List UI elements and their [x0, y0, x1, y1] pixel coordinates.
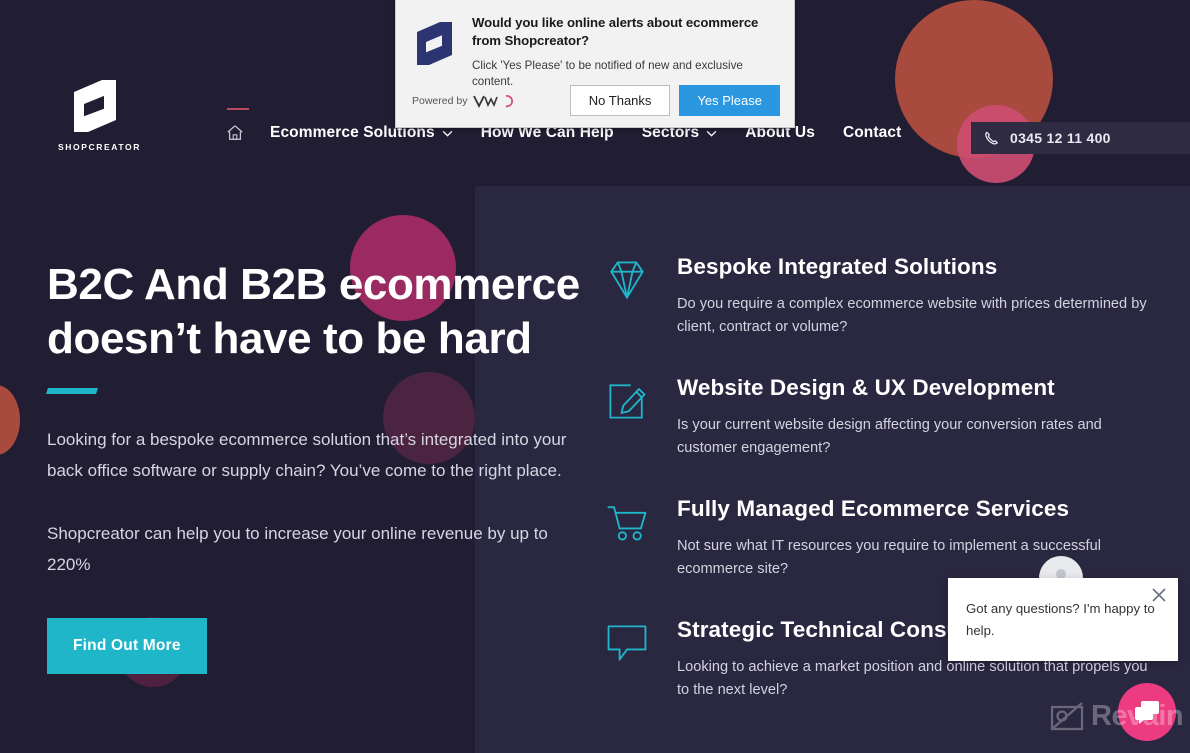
feature-title: Fully Managed Ecommerce Services — [677, 496, 1070, 521]
yes-please-button[interactable]: Yes Please — [679, 85, 780, 116]
phone-number-text: 0345 12 11 400 — [1010, 130, 1111, 146]
speech-bubble-icon — [607, 625, 647, 661]
no-thanks-button[interactable]: No Thanks — [569, 85, 671, 116]
hero-paragraph-2: Shopcreator can help you to increase you… — [47, 524, 548, 574]
phone-number-link[interactable]: 0345 12 11 400 — [971, 122, 1190, 154]
shopcreator-s-logo-icon — [74, 80, 116, 132]
shopcreator-s-logo-icon — [417, 22, 452, 65]
feature-title: Bespoke Integrated Solutions — [677, 254, 998, 279]
vwo-logo-icon — [473, 94, 514, 108]
page-root: SHOPCREATOR Ecommerce Solutions How We C… — [0, 0, 1190, 753]
notification-footer: Powered by No Thanks Yes Please — [412, 85, 780, 116]
nav-active-indicator — [227, 108, 249, 110]
chat-launcher-button[interactable] — [1118, 683, 1176, 741]
chat-message-text: Got any questions? I'm happy to help. — [966, 601, 1155, 638]
site-logo-text: SHOPCREATOR — [58, 142, 141, 152]
feature-description: Not sure what IT resources you require t… — [677, 538, 1101, 577]
hero-title-line-2: doesn’t have to be hard — [47, 314, 532, 363]
powered-by-label: Powered by — [412, 94, 468, 107]
hero-paragraph-1: Looking for a bespoke ecommerce solution… — [47, 430, 567, 480]
decorative-circle-red-left — [0, 385, 20, 455]
phone-icon — [985, 131, 998, 144]
feature-description: Looking to achieve a market position and… — [677, 659, 1148, 698]
feature-description: Do you require a complex ecommerce websi… — [677, 296, 1147, 335]
chat-bubbles-icon — [1135, 701, 1159, 724]
vwo-notification-dialog: Would you like online alerts about ecomm… — [395, 0, 795, 128]
feature-description: Is your current website design affecting… — [677, 417, 1102, 456]
diamond-icon — [610, 261, 644, 300]
notification-title: Would you like online alerts about ecomm… — [472, 15, 759, 48]
feature-title: Website Design & UX Development — [677, 375, 1055, 400]
chevron-down-icon — [706, 130, 717, 137]
notification-buttons: No Thanks Yes Please — [569, 85, 780, 116]
nav-item-contact[interactable]: Contact — [843, 124, 901, 142]
hero-accent-bar — [46, 388, 98, 394]
powered-by-vwo: Powered by — [412, 94, 514, 108]
nav-item-label: Contact — [842, 124, 902, 141]
shopping-cart-icon — [607, 506, 647, 541]
notification-content: Would you like online alerts about ecomm… — [412, 14, 778, 90]
home-icon — [227, 125, 243, 140]
pencil-edit-icon — [609, 384, 646, 419]
chevron-down-icon — [442, 130, 453, 137]
feature-item-bespoke-integrated-solutions: Bespoke Integrated Solutions Do you requ… — [601, 252, 1161, 339]
chat-message-bubble[interactable]: Got any questions? I'm happy to help. — [948, 578, 1178, 661]
hero-section: B2C And B2B ecommerce doesn’t have to be… — [46, 258, 592, 674]
site-logo[interactable]: SHOPCREATOR — [58, 78, 141, 152]
nav-item-home[interactable] — [226, 108, 249, 142]
hero-title: B2C And B2B ecommerce doesn’t have to be… — [47, 258, 592, 366]
find-out-more-button[interactable]: Find Out More — [47, 618, 207, 674]
feature-item-website-design-ux-development: Website Design & UX Development Is your … — [601, 373, 1161, 460]
close-icon[interactable] — [1150, 586, 1168, 604]
hero-title-line-1: B2C And B2B ecommerce — [47, 260, 580, 309]
